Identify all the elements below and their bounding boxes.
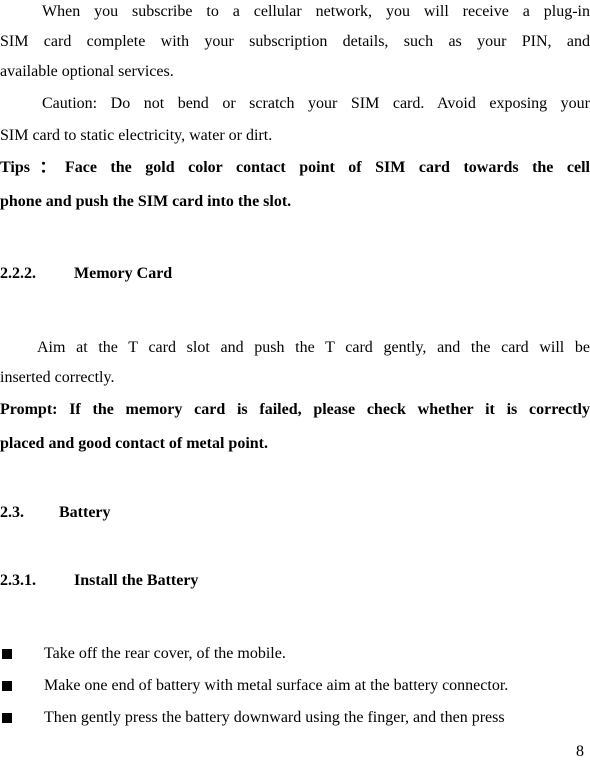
heading-title: Battery (59, 504, 111, 521)
memory-body-line-1: Aim at the T card slot and push the T ca… (37, 339, 590, 356)
heading-install-battery: 2.3.1. Install the Battery (0, 571, 590, 591)
list-item-text: Make one end of battery with metal surfa… (44, 677, 509, 694)
sim-intro-line-2: SIM card complete with your subscription… (0, 33, 590, 50)
square-bullet-icon (2, 649, 12, 659)
heading-number: 2.3. (0, 504, 24, 521)
list-item-text: Take off the rear cover, of the mobile. (44, 645, 286, 662)
sim-intro-line-1: When you subscribe to a cellular network… (42, 3, 590, 20)
memory-body-line-2: inserted correctly. (0, 369, 115, 386)
sim-intro-line-3: available optional services. (0, 63, 174, 80)
tips-line-2: phone and push the SIM card into the slo… (0, 193, 292, 210)
caution-line-2: SIM card to static electricity, water or… (0, 127, 273, 144)
heading-title: Install the Battery (74, 572, 199, 589)
page-number: 8 (576, 743, 584, 760)
heading-number: 2.3.1. (0, 572, 36, 589)
list-item-text: Then gently press the battery downward u… (44, 709, 505, 726)
caution-line-1: Caution: Do not bend or scratch your SIM… (42, 95, 590, 112)
prompt-line-2: placed and good contact of metal point. (0, 435, 268, 452)
tips-line-1: Tips：Face the gold color contact point o… (0, 159, 590, 176)
square-bullet-icon (2, 681, 12, 691)
prompt-line-1: Prompt: If the memory card is failed, pl… (0, 401, 590, 418)
heading-battery: 2.3. Battery (0, 503, 590, 523)
heading-number: 2.2.2. (0, 265, 36, 282)
heading-memory-card: 2.2.2. Memory Card (0, 264, 590, 284)
square-bullet-icon (2, 713, 12, 723)
heading-title: Memory Card (74, 265, 173, 282)
